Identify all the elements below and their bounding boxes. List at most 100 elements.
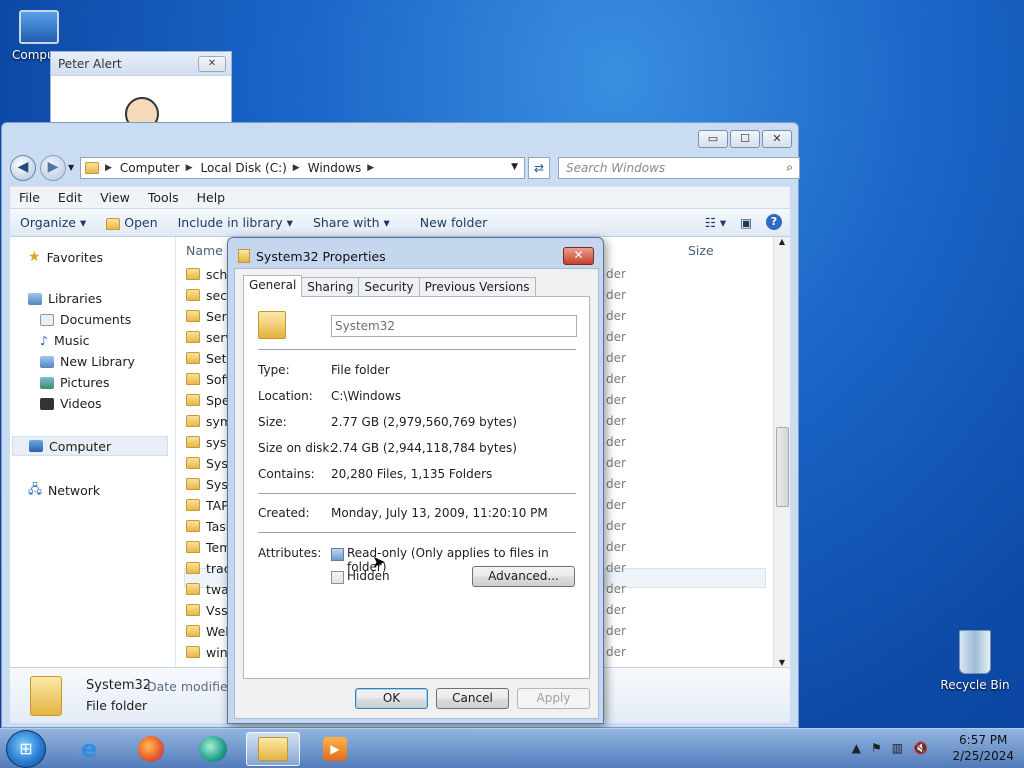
menu-edit[interactable]: Edit xyxy=(49,190,91,205)
forward-button[interactable]: ▶ xyxy=(40,155,66,181)
nav-network-label: Network xyxy=(47,483,101,498)
scroll-up-icon[interactable]: ▲ xyxy=(774,237,790,246)
nav-music[interactable]: ♪ Music xyxy=(40,333,90,348)
hidden-checkbox[interactable] xyxy=(331,571,344,584)
file-row[interactable]: Task xyxy=(186,516,233,536)
file-row[interactable]: Soft xyxy=(186,369,231,389)
breadcrumb-computer[interactable]: Computer xyxy=(120,161,180,175)
taskbar-media-player[interactable]: ▶ xyxy=(308,732,362,766)
open-label: Open xyxy=(124,215,158,230)
attributes-label: Attributes: xyxy=(258,546,322,560)
advanced-button[interactable]: Advanced... xyxy=(472,566,575,587)
network-status-icon[interactable]: ▥ xyxy=(892,741,903,755)
size-label: Size: xyxy=(258,415,287,429)
help-icon[interactable]: ? xyxy=(766,214,782,230)
desktop-recycle-bin-icon[interactable]: Recycle Bin xyxy=(940,630,1010,692)
nav-favorites[interactable]: ★ Favorites xyxy=(28,249,103,265)
scrollbar-thumb[interactable] xyxy=(776,427,789,507)
file-row[interactable]: syst xyxy=(186,432,231,452)
menu-file[interactable]: File xyxy=(10,190,49,205)
general-tab-panel: System32 Type: File folder Location: C:\… xyxy=(243,296,590,679)
readonly-checkbox[interactable] xyxy=(331,548,344,561)
file-row[interactable]: Vss xyxy=(186,600,228,620)
breadcrumb-windows[interactable]: Windows xyxy=(308,161,362,175)
menu-help[interactable]: Help xyxy=(188,190,235,205)
maximize-button[interactable]: ☐ xyxy=(730,130,760,148)
folder-icon xyxy=(186,625,200,637)
dialog-close-button[interactable]: ✕ xyxy=(563,247,594,265)
file-row[interactable]: serv xyxy=(186,327,233,347)
scroll-down-icon[interactable]: ▼ xyxy=(774,658,790,667)
clock[interactable]: 6:57 PM 2/25/2024 xyxy=(952,733,1014,763)
tab-sharing[interactable]: Sharing xyxy=(301,277,360,297)
include-in-library-button[interactable]: Include in library ▾ xyxy=(168,215,303,230)
file-list-scrollbar[interactable]: ▲ ▼ xyxy=(773,237,790,667)
apply-button[interactable]: Apply xyxy=(517,688,590,709)
file-type: der xyxy=(606,582,626,596)
show-hidden-icons-icon[interactable]: ▲ xyxy=(852,741,861,755)
volume-muted-icon[interactable]: 🔇 xyxy=(913,741,928,755)
cancel-button[interactable]: Cancel xyxy=(436,688,509,709)
file-type: der xyxy=(606,267,626,281)
search-icon: ⌕ xyxy=(786,160,793,174)
nav-pictures[interactable]: Pictures xyxy=(40,375,110,390)
command-bar: Organize ▾ Open Include in library ▾ Sha… xyxy=(10,209,790,237)
properties-dialog: System32 Properties ✕ General Sharing Se… xyxy=(227,237,604,724)
file-row[interactable]: Syst xyxy=(186,453,233,473)
menu-view[interactable]: View xyxy=(91,190,139,205)
preview-pane-icon[interactable]: ▣ xyxy=(740,215,752,230)
nav-libraries-label: Libraries xyxy=(48,291,102,306)
folder-icon xyxy=(186,268,200,280)
tab-general[interactable]: General xyxy=(243,275,303,297)
start-button[interactable]: ⊞ xyxy=(6,730,46,768)
nav-documents[interactable]: Documents xyxy=(40,312,131,327)
refresh-button[interactable]: ⇄ xyxy=(528,157,550,179)
address-bar[interactable]: ▶ Computer ▶ Local Disk (C:) ▶ Windows ▶… xyxy=(80,157,525,179)
folder-icon xyxy=(258,737,288,761)
taskbar-internet-explorer[interactable]: e xyxy=(62,732,116,766)
action-center-flag-icon[interactable]: ⚑ xyxy=(871,741,882,755)
ok-button[interactable]: OK xyxy=(355,688,428,709)
minimize-button[interactable]: ▭ xyxy=(698,130,728,148)
file-row[interactable]: twai xyxy=(186,579,232,599)
nav-libraries[interactable]: Libraries xyxy=(28,291,102,306)
dialog-folder-icon xyxy=(238,249,250,263)
tab-security[interactable]: Security xyxy=(358,277,420,297)
nav-new-library[interactable]: New Library xyxy=(40,354,135,369)
recent-pages-dropdown[interactable]: ▼ xyxy=(68,163,74,172)
new-folder-button[interactable]: New folder xyxy=(400,215,498,230)
file-name: TAP xyxy=(206,497,229,513)
taskbar-app-green[interactable] xyxy=(186,732,240,766)
search-input[interactable]: Search Windows ⌕ xyxy=(558,157,800,179)
open-folder-icon xyxy=(106,217,121,230)
file-row[interactable]: trac xyxy=(186,558,231,578)
file-row[interactable]: sym xyxy=(186,411,232,431)
column-size[interactable]: Size xyxy=(688,243,714,258)
firefox-icon xyxy=(138,736,164,762)
breadcrumb-local-disk[interactable]: Local Disk (C:) xyxy=(201,161,287,175)
breadcrumb-arrow-icon: ▶ xyxy=(185,163,193,173)
nav-network[interactable]: 🖧 Network xyxy=(28,480,100,501)
change-view-icon[interactable]: ☷ ▾ xyxy=(705,215,726,230)
back-button[interactable]: ◀ xyxy=(10,155,36,181)
folder-name-field[interactable]: System32 xyxy=(331,315,577,337)
open-button[interactable]: Open xyxy=(96,215,167,230)
dialog-title: System32 Properties xyxy=(256,249,386,264)
tab-previous-versions[interactable]: Previous Versions xyxy=(418,277,536,297)
file-row[interactable]: TAP xyxy=(186,495,229,515)
taskbar-firefox[interactable] xyxy=(124,732,178,766)
share-with-button[interactable]: Share with ▾ xyxy=(303,215,400,230)
peter-close-button[interactable]: ✕ xyxy=(198,56,226,72)
taskbar-explorer[interactable] xyxy=(246,732,300,766)
file-row[interactable]: Tem xyxy=(186,537,231,557)
close-button[interactable]: ✕ xyxy=(762,130,792,148)
nav-computer-label: Computer xyxy=(49,438,112,454)
organize-button[interactable]: Organize ▾ xyxy=(10,215,96,230)
mouse-cursor-icon: ➤ xyxy=(372,552,386,571)
menu-tools[interactable]: Tools xyxy=(139,190,188,205)
nav-computer[interactable]: Computer xyxy=(12,436,168,456)
column-name[interactable]: Name xyxy=(186,243,223,258)
folder-icon xyxy=(186,373,200,385)
nav-videos[interactable]: Videos xyxy=(40,396,102,411)
address-dropdown-icon[interactable]: ▼ xyxy=(511,162,518,172)
